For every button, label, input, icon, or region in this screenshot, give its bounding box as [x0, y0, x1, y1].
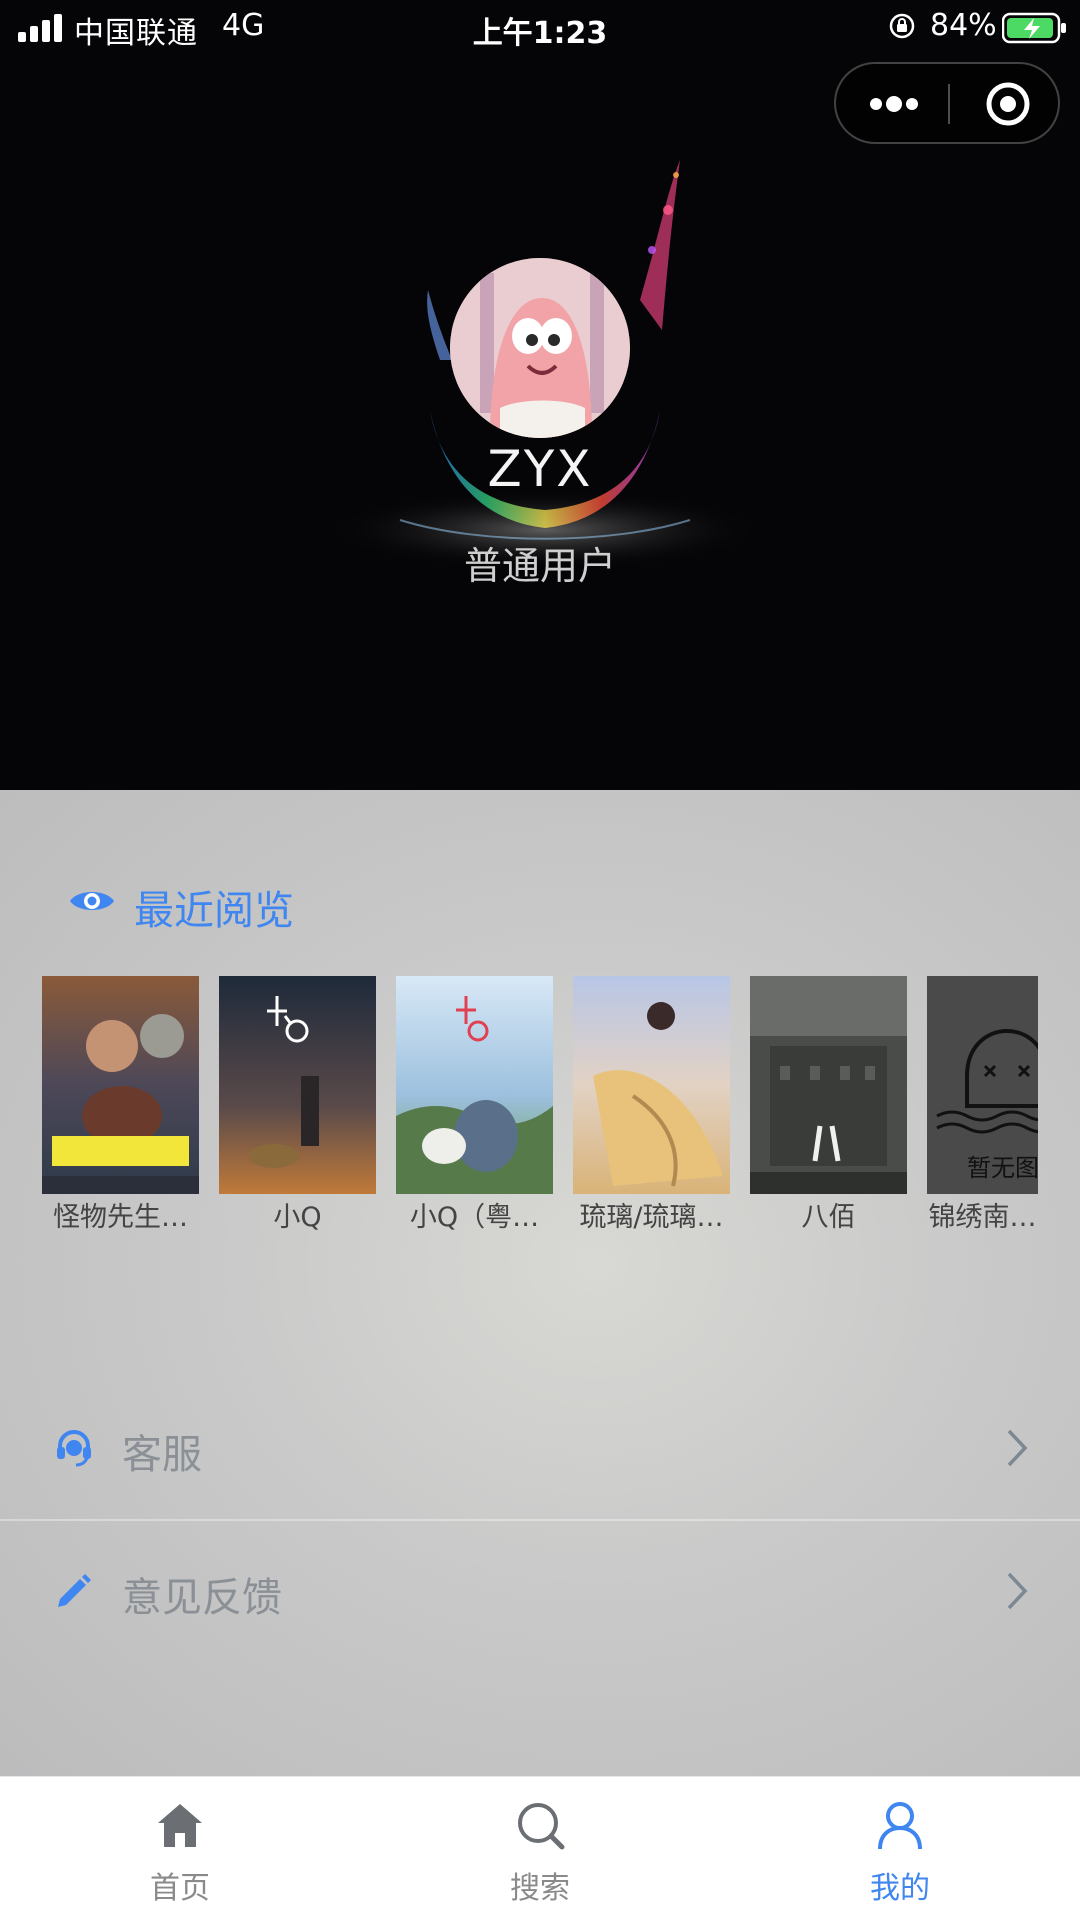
bottom-tab-bar: 首页 搜索 我的 [0, 1776, 1080, 1921]
target-icon[interactable] [984, 80, 1032, 128]
rotation-lock-icon [889, 13, 915, 39]
recent-history-list[interactable]: 怪物先生… 小Q 小Q（粤… 琉璃/琉璃… 八佰 暂无图 锦绣南… [42, 976, 1038, 1236]
status-bar: 中国联通 4G 上午1:23 84% [0, 0, 1080, 56]
tab-mine[interactable]: 我的 [800, 1777, 1000, 1921]
profile-content: 最近阅览 怪物先生… 小Q 小Q（粤… 琉璃/琉璃… 八佰 暂无图 锦绣南… 客… [0, 790, 1080, 1776]
search-icon [518, 1803, 565, 1850]
poster-title: 锦绣南… [928, 1202, 1037, 1233]
poster-title: 小Q [273, 1202, 322, 1233]
home-icon [158, 1804, 202, 1847]
eye-icon [70, 892, 114, 910]
poster-title: 怪物先生… [53, 1202, 188, 1233]
poster-the-eight-hundred[interactable] [750, 976, 907, 1194]
mini-program-capsule [834, 62, 1060, 144]
tab-home-label: 首页 [150, 1871, 210, 1906]
chevron-right-icon [1007, 1572, 1028, 1610]
recent-section-title: 最近阅览 [134, 888, 294, 934]
profile-header: 中国联通 4G 上午1:23 84% ZYX 普通用户 [0, 0, 1080, 790]
poster-title: 琉璃/琉璃… [579, 1202, 724, 1233]
avatar-cartoon-image [450, 258, 630, 438]
poster-title: 八佰 [801, 1202, 856, 1233]
tab-home[interactable]: 首页 [80, 1777, 280, 1921]
placeholder-text: 暂无图片 [967, 1154, 1038, 1182]
menu-item-customer-service[interactable]: 客服 [0, 1378, 1080, 1518]
user-icon [878, 1802, 922, 1850]
pencil-icon [58, 1574, 91, 1607]
headset-icon [57, 1430, 91, 1467]
clock: 上午1:23 [472, 16, 608, 51]
username: ZYX [487, 440, 593, 498]
tab-search-label: 搜索 [510, 1871, 570, 1906]
poster-placeholder[interactable]: 暂无图片 [927, 976, 1038, 1194]
poster-monster-mister[interactable] [42, 976, 199, 1194]
user-role: 普通用户 [463, 544, 616, 588]
tab-search[interactable]: 搜索 [440, 1777, 640, 1921]
poster-title: 小Q（粤… [409, 1202, 540, 1233]
menu-item-feedback[interactable]: 意见反馈 [0, 1521, 1080, 1661]
capsule-divider [948, 84, 950, 124]
battery-charging-icon [1002, 12, 1066, 44]
poster-little-q-cantonese[interactable] [396, 976, 553, 1194]
poster-little-q[interactable] [219, 976, 376, 1194]
tab-mine-label: 我的 [870, 1871, 930, 1906]
feedback-label: 意见反馈 [122, 1575, 282, 1621]
poster-liuli[interactable] [573, 976, 730, 1194]
more-icon[interactable] [866, 88, 922, 120]
customer-service-label: 客服 [122, 1432, 202, 1478]
chevron-right-icon [1007, 1429, 1028, 1467]
avatar[interactable] [450, 258, 630, 438]
battery-percent: 84% [930, 8, 997, 43]
